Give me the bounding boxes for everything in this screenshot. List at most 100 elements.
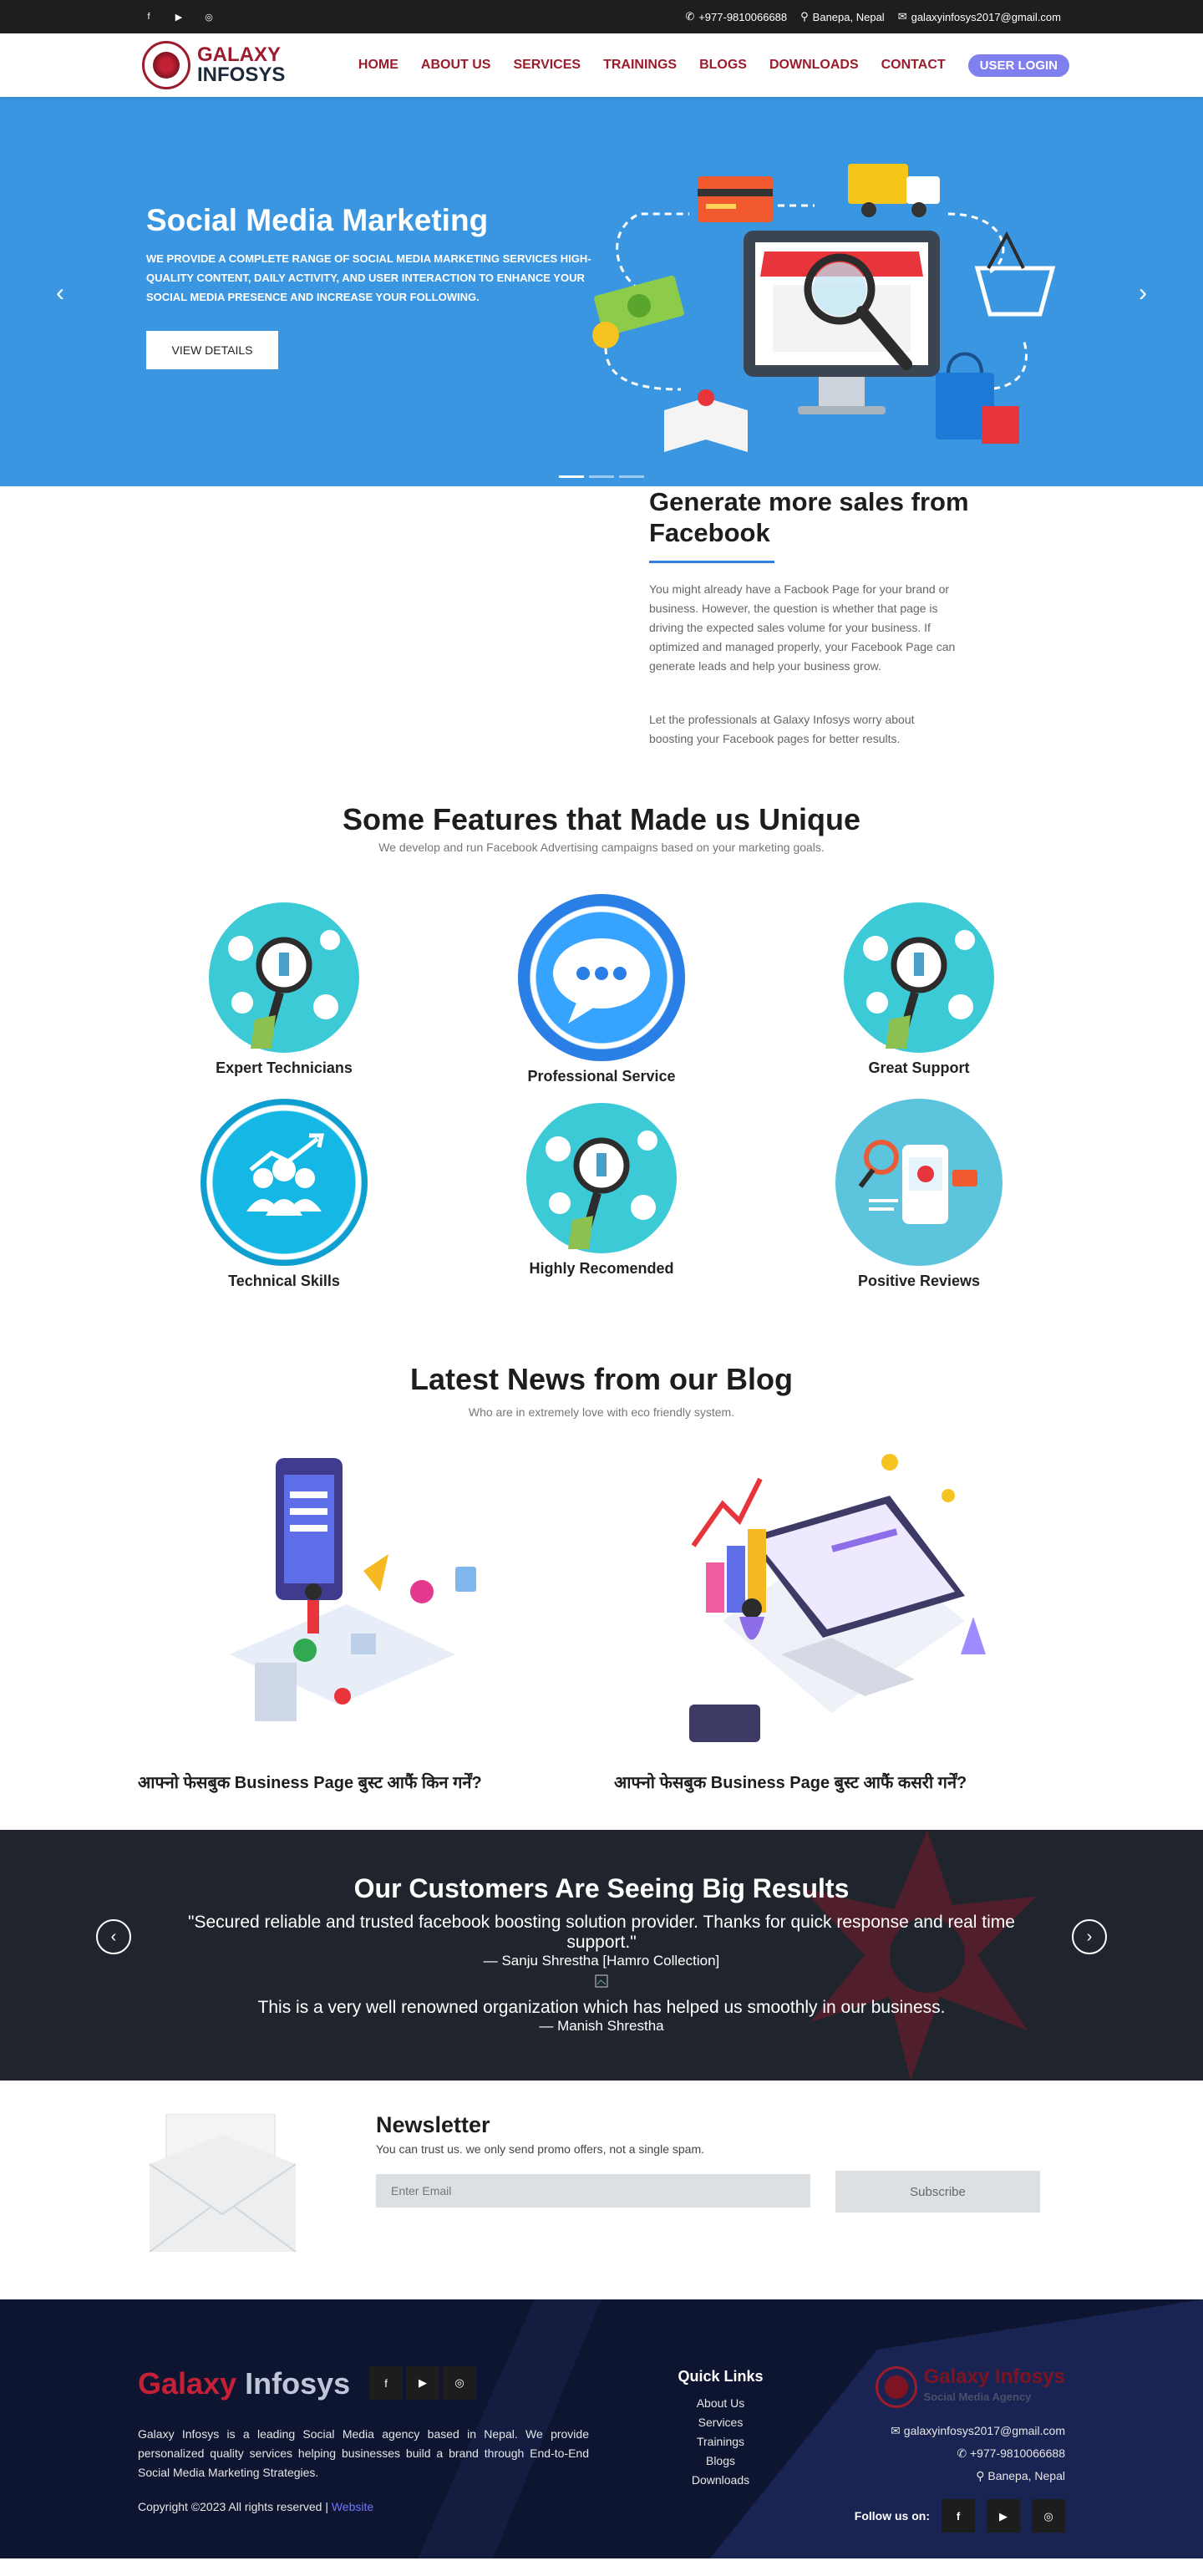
facebook-section-paragraph-2: Let the professionals at Galaxy Infosys …	[649, 713, 915, 745]
testimonials-section: Our Customers Are Seeing Big Results ‹ ›…	[0, 1830, 1203, 2081]
top-bar: f ▶ ◎ ✆ +977-9810066688 ⚲ Banepa, Nepal ✉ g…	[0, 0, 1203, 33]
quick-link-about[interactable]: About Us	[660, 2394, 781, 2413]
user-login-button[interactable]: USER LOGIN	[967, 53, 1069, 77]
footer-brand-part-1: Galaxy	[138, 2366, 237, 2401]
facebook-icon[interactable]: f	[369, 2366, 403, 2400]
newsletter-email-input[interactable]	[376, 2174, 810, 2208]
footer-brand: Galaxy Infosys	[138, 2366, 350, 2401]
youtube-icon[interactable]: ▶	[172, 10, 185, 23]
newsletter-text: You can trust us. we only send promo off…	[376, 2142, 704, 2156]
nav-blogs[interactable]: BLOGS	[699, 58, 747, 73]
top-location-text: Banepa, Nepal	[812, 10, 885, 23]
slider-dots	[559, 475, 644, 478]
feature-name: Positive Reviews	[857, 1273, 981, 1289]
site-header: GALAXY INFOSYS HOME ABOUT US SERVICES TR…	[0, 33, 1203, 97]
footer-phone[interactable]: ✆ +977-9810066688	[855, 2442, 1065, 2465]
nav-downloads[interactable]: DOWNLOADS	[769, 58, 859, 73]
slider-prev-arrow[interactable]: ‹	[48, 279, 73, 307]
feature-card: Expert Technicians	[192, 902, 376, 1077]
feature-card: Great Support	[827, 902, 1011, 1077]
blog-subtitle: Who are in extremely love with eco frien…	[468, 1405, 735, 1419]
quick-link-trainings[interactable]: Trainings	[660, 2432, 781, 2452]
feature-name: Great Support	[868, 1059, 970, 1076]
growth-team-icon	[200, 1099, 368, 1266]
footer-location: ⚲ Banepa, Nepal	[855, 2465, 1065, 2487]
blog-title: Latest News from our Blog	[409, 1362, 794, 1396]
quick-links: Quick Links About Us Services Trainings …	[660, 2368, 781, 2490]
facebook-icon[interactable]: f	[942, 2499, 975, 2533]
logo-text: GALAXY INFOSYS	[197, 45, 285, 85]
magnifier-people-icon	[844, 902, 994, 1053]
phone-icon: ✆	[957, 2446, 970, 2460]
facebook-icon[interactable]: f	[142, 10, 155, 23]
chevron-right-icon: ›	[1086, 1927, 1093, 1946]
slider-dot-2[interactable]	[589, 475, 614, 478]
nav-trainings[interactable]: TRAININGS	[603, 58, 677, 73]
footer-follow: Follow us on: f ▶ ◎	[855, 2499, 1065, 2533]
footer-logo: Galaxy Infosys Social Media Agency	[855, 2366, 1065, 2408]
blog-image	[689, 1454, 986, 1742]
blog-post-title[interactable]: आफ्नो फेसबुक Business Page बुस्ट आफैं कि…	[138, 1771, 522, 1793]
footer-email-text: galaxyinfosys2017@gmail.com	[903, 2424, 1065, 2437]
title-underline	[649, 561, 774, 563]
slider-dot-1[interactable]	[559, 475, 584, 478]
nav-contact[interactable]: CONTACT	[881, 58, 946, 73]
nav-home[interactable]: HOME	[358, 58, 398, 73]
subscribe-button[interactable]: Subscribe	[835, 2171, 1040, 2213]
youtube-icon[interactable]: ▶	[987, 2499, 1020, 2533]
testimonial-next-button[interactable]: ›	[1072, 1919, 1107, 1954]
hero-title: Social Media Marketing	[146, 203, 489, 237]
quick-links-title: Quick Links	[678, 2368, 764, 2385]
quick-link-downloads[interactable]: Downloads	[660, 2471, 781, 2490]
footer-phone-text: +977-9810066688	[969, 2446, 1065, 2460]
copyright-text: Copyright ©2023 All rights reserved |	[138, 2500, 328, 2513]
blog-card[interactable]: आफ्नो फेसबुक Business Page बुस्ट आफैं कि…	[138, 1446, 522, 1793]
nav-services[interactable]: SERVICES	[513, 58, 581, 73]
youtube-icon[interactable]: ▶	[406, 2366, 439, 2400]
quick-link-services[interactable]: Services	[660, 2413, 781, 2432]
feature-card: Highly Recomended	[510, 1103, 693, 1278]
location-pin-icon: ⚲	[976, 2469, 988, 2482]
feature-card: Positive Reviews	[827, 1099, 1011, 1290]
slider-next-arrow[interactable]: ›	[1130, 279, 1155, 307]
testimonial-prev-button[interactable]: ‹	[96, 1919, 131, 1954]
features-title: Some Features that Made us Unique	[342, 802, 861, 836]
quick-link-blogs[interactable]: Blogs	[660, 2452, 781, 2471]
footer-logo-word-1: Galaxy	[923, 2365, 990, 2388]
instagram-icon[interactable]: ◎	[443, 2366, 476, 2400]
nav-about-us[interactable]: ABOUT US	[421, 58, 491, 73]
website-link[interactable]: Website	[332, 2500, 373, 2513]
testimonials-title: Our Customers Are Seeing Big Results	[353, 1873, 850, 1903]
footer-email[interactable]: ✉ galaxyinfosys2017@gmail.com	[855, 2420, 1065, 2442]
feature-name: Highly Recomended	[529, 1260, 674, 1277]
footer-location-text: Banepa, Nepal	[987, 2469, 1065, 2482]
instagram-icon[interactable]: ◎	[202, 10, 216, 23]
feature-card: Technical Skills	[192, 1099, 376, 1290]
top-phone[interactable]: ✆ +977-9810066688	[685, 10, 787, 23]
features-subtitle: We develop and run Facebook Advertising …	[378, 841, 825, 854]
blog-card[interactable]: आफ्नो फेसबुक Business Page बुस्ट आफैं कस…	[614, 1446, 998, 1793]
hero-text: WE PROVIDE A COMPLETE RANGE OF SOCIAL ME…	[146, 252, 591, 303]
testimonial-author: — Manish Shrestha	[539, 2018, 664, 2034]
facebook-section-paragraph-1: You might already have a Facbook Page fo…	[649, 582, 956, 673]
chevron-left-icon: ‹	[110, 1927, 117, 1946]
instagram-icon[interactable]: ◎	[1032, 2499, 1065, 2533]
blog-post-title[interactable]: आफ्नो फेसबुक Business Page बुस्ट आफैं कस…	[614, 1771, 998, 1793]
hero-slider: ‹ › Social Media Marketing WE PROVIDE A …	[0, 97, 1203, 486]
newsletter-section: Newsletter You can trust us. we only sen…	[0, 2081, 1203, 2299]
features-section: Some Features that Made us Unique We dev…	[0, 802, 1203, 1362]
logo-line-2: INFOSYS	[197, 64, 286, 86]
envelope-icon: ✉	[891, 2424, 904, 2437]
facebook-section-title: Generate more sales from Facebook	[649, 487, 969, 547]
footer-contact: Galaxy Infosys Social Media Agency ✉ gala…	[855, 2366, 1065, 2533]
ecommerce-illustration	[592, 164, 1056, 452]
site-logo[interactable]: GALAXY INFOSYS	[142, 41, 285, 89]
top-email[interactable]: ✉ galaxyinfosys2017@gmail.com	[898, 10, 1061, 23]
footer-logo-word-2: Infosys	[994, 2365, 1065, 2388]
feature-card: Professional Service	[510, 894, 693, 1085]
slider-dot-3[interactable]	[619, 475, 644, 478]
top-social-links: f ▶ ◎	[142, 10, 216, 23]
facebook-sales-section: Generate more sales from Facebook You mi…	[0, 486, 1203, 802]
broken-image-icon	[0, 1969, 1203, 1989]
view-details-button[interactable]: VIEW DETAILS	[146, 331, 278, 369]
